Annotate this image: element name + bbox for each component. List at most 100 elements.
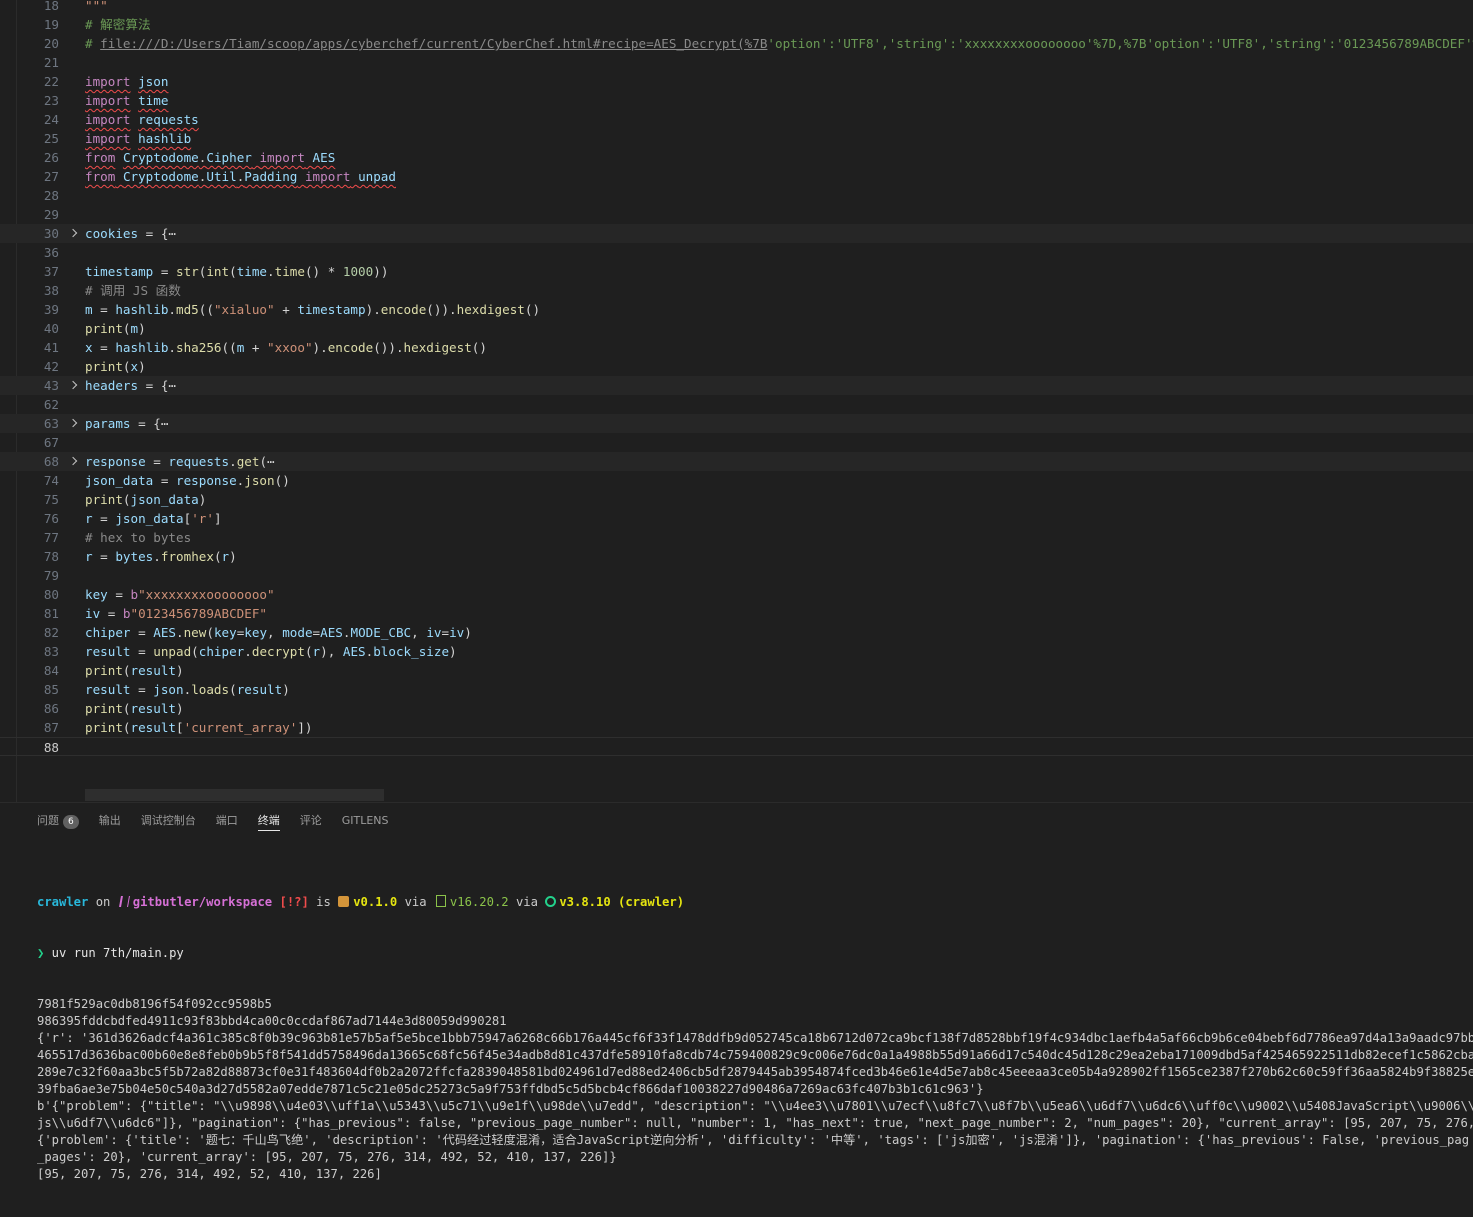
code-line[interactable]: 81 iv = b"0123456789ABCDEF" <box>0 604 1473 623</box>
code-line[interactable]: 75 print(json_data) <box>0 490 1473 509</box>
line-number: 86 <box>43 701 59 716</box>
code-line[interactable]: 27 from Cryptodome.Util.Padding import un… <box>0 167 1473 186</box>
code-line[interactable]: 85 result = json.loads(result) <box>0 680 1473 699</box>
code-token: file:///D:/Users/Tiam/scoop/apps/cyberch… <box>100 36 768 51</box>
code-line[interactable]: 86 print(result) <box>0 699 1473 718</box>
code-line[interactable]: 80 key = b"xxxxxxxxoooooooo" <box>0 585 1473 604</box>
code-line[interactable]: 38 # 调用 JS 函数 <box>0 281 1473 300</box>
terminal-output-line: {'r': '361d3626adcf4a361c385c8f0b39c963b… <box>37 1031 1473 1045</box>
code-token: time <box>138 93 169 108</box>
code-token: import <box>85 93 131 108</box>
horizontal-scrollbar[interactable] <box>85 789 384 801</box>
code-line[interactable]: 62 <box>0 395 1473 414</box>
code-line[interactable]: 28 <box>0 186 1473 205</box>
fold-chevron-icon[interactable] <box>68 224 80 243</box>
tab-output[interactable]: 输出 <box>99 813 121 839</box>
code-line[interactable]: 18 """ <box>0 0 1473 15</box>
code-line[interactable]: 26 from Cryptodome.Cipher import AES <box>0 148 1473 167</box>
code-line[interactable]: 36 <box>0 243 1473 262</box>
terminal-output-line: 39fba6ae3e75b04e50c540a3d27d5582a07edde7… <box>37 1082 984 1096</box>
tab-problems[interactable]: 问题 6 <box>37 813 79 839</box>
code-line[interactable]: 78 r = bytes.fromhex(r) <box>0 547 1473 566</box>
line-number: 42 <box>43 359 59 374</box>
fold-chevron-icon[interactable] <box>68 376 80 395</box>
code-line[interactable]: 23 import time <box>0 91 1473 110</box>
code-line[interactable]: 83 result = unpad(chiper.decrypt(r), AES.… <box>0 642 1473 661</box>
code-token: import <box>85 112 131 127</box>
code-editor[interactable]: 18 """ 19 # 解密算法 20 # file:///D:/Users/Tiam/s… <box>0 0 1473 802</box>
code-token: . <box>176 625 184 640</box>
tab-comments[interactable]: 评论 <box>300 813 322 839</box>
line-number: 40 <box>43 321 59 336</box>
code-token: (( <box>198 302 214 317</box>
code-line[interactable]: 20 # file:///D:/Users/Tiam/scoop/apps/cyb… <box>0 34 1473 53</box>
prompt-node-version: v16.20.2 <box>449 895 509 909</box>
code-line[interactable]: 76 r = json_data['r'] <box>0 509 1473 528</box>
code-line[interactable]: 22 import json <box>0 72 1473 91</box>
code-text: json_data = response.json() <box>85 471 290 490</box>
terminal-output-line: {'problem': {'title': '题七：千山鸟飞绝', 'descr… <box>37 1133 1470 1147</box>
code-line[interactable]: 30 cookies = {⋯ <box>0 224 1473 243</box>
code-token: hashlib <box>115 340 169 355</box>
code-line[interactable]: 29 <box>0 205 1473 224</box>
tab-ports[interactable]: 端口 <box>216 813 238 839</box>
code-token: = <box>153 473 176 488</box>
code-text: print(x) <box>85 357 146 376</box>
code-line[interactable]: 24 import requests <box>0 110 1473 129</box>
code-token: "xxxxxxxxoooooooo" <box>138 587 275 602</box>
line-number: 80 <box>43 587 59 602</box>
code-line[interactable]: 77 # hex to bytes <box>0 528 1473 547</box>
code-line[interactable]: 37 timestamp = str(int(time.time() * 1000… <box>0 262 1473 281</box>
code-token: time <box>274 264 305 279</box>
line-number: 25 <box>43 131 59 146</box>
code-line[interactable]: 40 print(m) <box>0 319 1473 338</box>
code-line[interactable]: 39 m = hashlib.md5(("xialuo" + timestamp)… <box>0 300 1473 319</box>
code-text: chiper = AES.new(key=key, mode=AES.MODE_… <box>85 623 472 642</box>
code-token: encode <box>327 340 374 355</box>
fold-chevron-icon[interactable] <box>68 414 80 433</box>
code-line[interactable]: 84 print(result) <box>0 661 1473 680</box>
code-line[interactable]: 88 <box>0 737 1473 756</box>
code-text: # 调用 JS 函数 <box>85 281 181 300</box>
line-number: 83 <box>43 644 59 659</box>
code-token: = <box>130 682 154 697</box>
code-line[interactable]: 19 # 解密算法 <box>0 15 1473 34</box>
tab-label: GITLENS <box>341 814 389 827</box>
code-text: # file:///D:/Users/Tiam/scoop/apps/cyber… <box>85 34 1473 53</box>
line-number: 26 <box>43 150 59 165</box>
code-text: params = {⋯ <box>85 414 168 433</box>
tab-terminal[interactable]: 终端 <box>257 813 280 831</box>
code-line[interactable]: 43 headers = {⋯ <box>0 376 1473 395</box>
code-line[interactable]: 82 chiper = AES.new(key=key, mode=AES.MOD… <box>0 623 1473 642</box>
code-token: result <box>236 682 283 697</box>
terminal[interactable]: crawler on gitbutler/workspace [!?] is v… <box>37 860 1473 1217</box>
code-token: ]) <box>297 720 313 735</box>
tab-gitlens[interactable]: GITLENS <box>342 813 389 839</box>
code-text: import requests <box>85 110 199 129</box>
code-line[interactable]: 79 <box>0 566 1473 585</box>
code-line[interactable]: 42 print(x) <box>0 357 1473 376</box>
code-line[interactable]: 87 print(result['current_array']) <box>0 718 1473 737</box>
code-line[interactable]: 25 import hashlib <box>0 129 1473 148</box>
code-line[interactable]: 74 json_data = response.json() <box>0 471 1473 490</box>
code-line[interactable]: 41 x = hashlib.sha256((m + "xxoo").encode… <box>0 338 1473 357</box>
tab-debug-console[interactable]: 调试控制台 <box>141 813 196 839</box>
fold-chevron-icon[interactable] <box>68 452 80 471</box>
code-line[interactable]: 67 <box>0 433 1473 452</box>
terminal-output-line: _pages': 20}, 'current_array': [95, 207,… <box>37 1150 617 1164</box>
tab-label: 问题 <box>37 814 59 827</box>
code-token: print <box>85 701 123 716</box>
line-number: 19 <box>43 17 59 32</box>
code-token: requests <box>168 454 230 469</box>
code-line[interactable]: 21 <box>0 53 1473 72</box>
code-token: new <box>183 625 207 640</box>
code-line[interactable]: 63 params = {⋯ <box>0 414 1473 433</box>
code-token: ( <box>259 454 268 469</box>
code-token: = <box>130 416 154 431</box>
line-number: 18 <box>43 0 59 13</box>
code-token: result <box>130 701 177 716</box>
code-line[interactable]: 68 response = requests.get(⋯ <box>0 452 1473 471</box>
code-token: iv <box>85 606 101 621</box>
